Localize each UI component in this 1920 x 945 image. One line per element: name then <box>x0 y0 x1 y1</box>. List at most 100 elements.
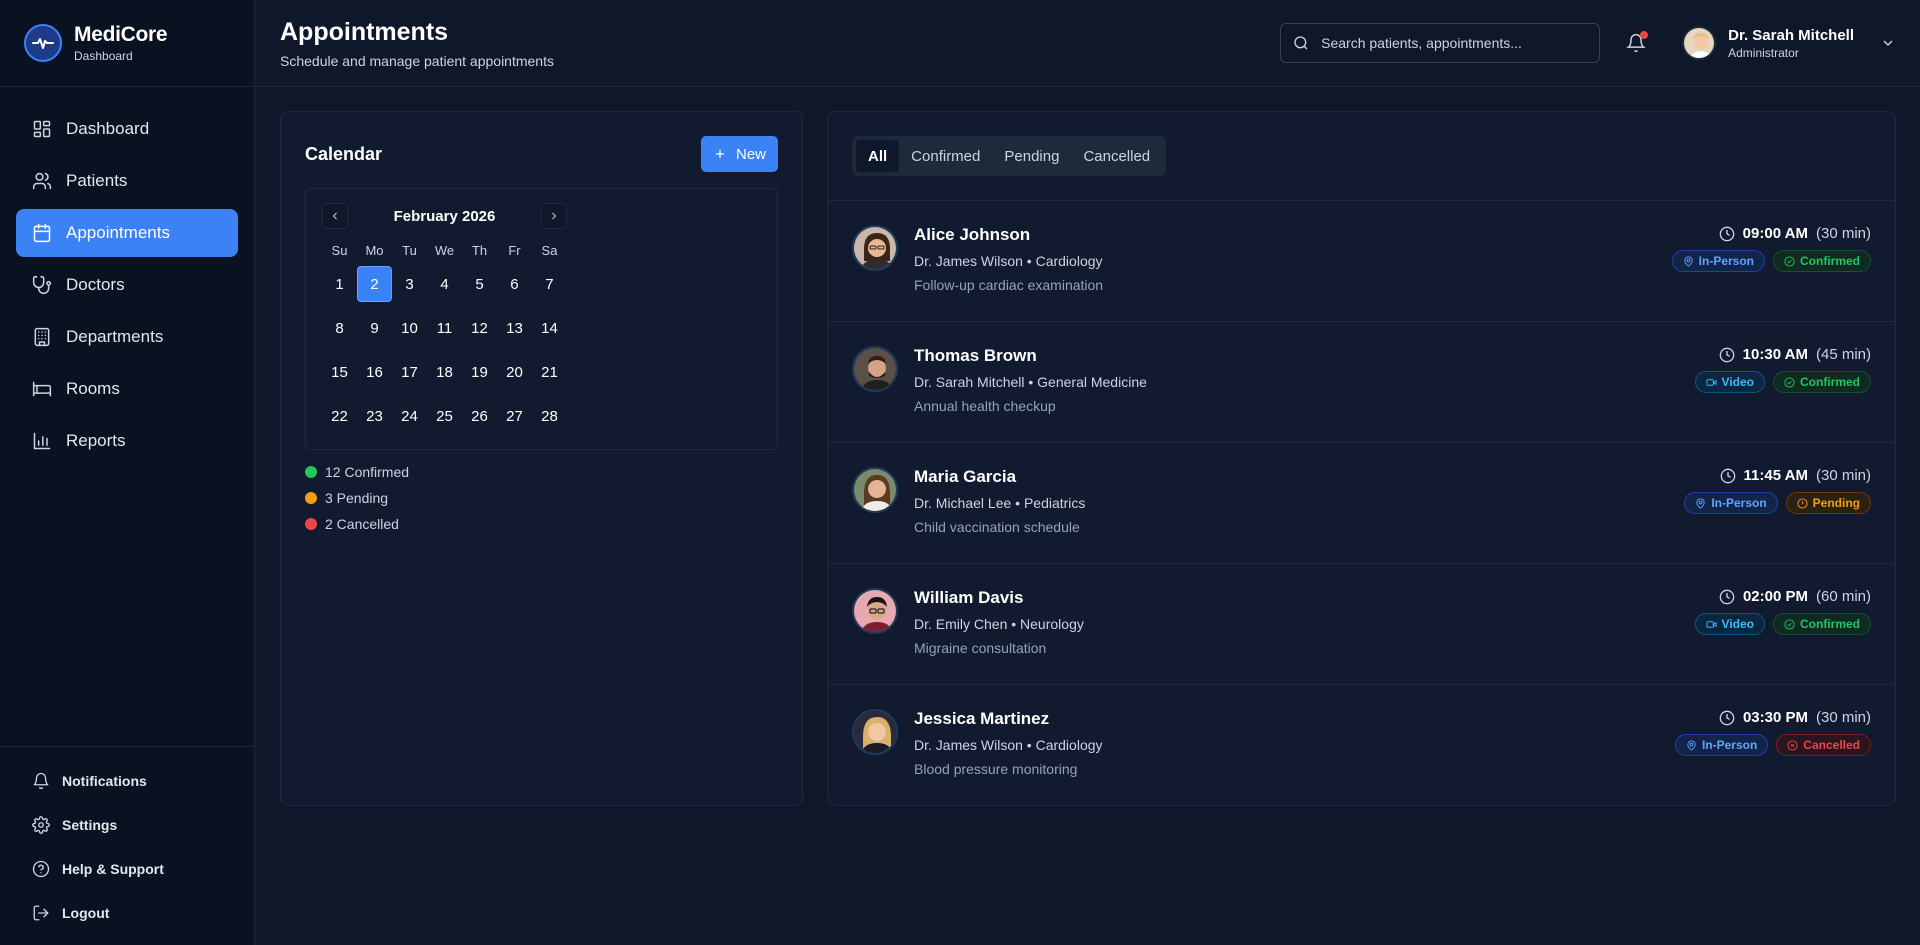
calendar-day[interactable]: 25 <box>427 398 462 434</box>
sidebar-item-notifications[interactable]: Notifications <box>16 759 238 803</box>
status-badge: Pending <box>1785 492 1871 514</box>
sidebar-item-logout[interactable]: Logout <box>16 891 238 935</box>
gear-icon <box>32 816 50 834</box>
tab-all[interactable]: All <box>856 140 900 172</box>
calendar-day[interactable]: 5 <box>462 266 497 302</box>
appointment-row[interactable]: Maria Garcia Dr. Michael Lee • Pediatric… <box>828 443 1895 564</box>
prev-month-button[interactable] <box>322 203 348 229</box>
appointment-note: Blood pressure monitoring <box>914 761 1078 777</box>
avatar <box>852 467 898 513</box>
calendar-day[interactable]: 6 <box>497 266 532 302</box>
sidebar-item-label: Dashboard <box>66 119 150 138</box>
sidebar-item-label: Patients <box>66 171 128 190</box>
sidebar-item-reports[interactable]: Reports <box>16 417 238 465</box>
type-badge: In-Person <box>1671 250 1765 272</box>
tab-cancelled[interactable]: Cancelled <box>1071 140 1162 172</box>
legend-label: 12 Confirmed <box>325 464 410 480</box>
calendar-day[interactable]: 13 <box>497 310 532 346</box>
calendar-day[interactable]: 4 <box>427 266 462 302</box>
patient-name: Maria Garcia <box>914 467 1017 486</box>
search-input[interactable] <box>1321 35 1588 51</box>
appointment-note: Annual health checkup <box>914 398 1056 414</box>
calendar-day[interactable]: 23 <box>357 398 392 434</box>
check-circle-icon <box>1784 376 1795 388</box>
calendar-day[interactable]: 17 <box>392 354 427 390</box>
appointment-row[interactable]: Thomas Brown Dr. Sarah Mitchell • Genera… <box>828 322 1895 443</box>
status-legend: 12 Confirmed 3 Pending 2 Cancelled <box>305 464 778 532</box>
appointment-row[interactable]: William Davis Dr. Emily Chen • Neurology… <box>828 564 1895 685</box>
sidebar-item-patients[interactable]: Patients <box>16 157 238 205</box>
calendar-day[interactable]: 10 <box>392 310 427 346</box>
appointment-row[interactable]: Alice Johnson Dr. James Wilson • Cardiol… <box>828 201 1895 322</box>
calendar-week: 8 9 10 11 12 13 14 <box>322 310 567 346</box>
legend-item-cancelled: 2 Cancelled <box>305 516 778 532</box>
legend-item-confirmed: 12 Confirmed <box>305 464 778 480</box>
appointment-duration: (30 min) <box>1815 225 1871 242</box>
sidebar-item-rooms[interactable]: Rooms <box>16 365 238 413</box>
bar-chart-icon <box>33 432 51 450</box>
sidebar-item-appointments[interactable]: Appointments <box>16 209 238 257</box>
notifications-button[interactable] <box>1624 31 1649 55</box>
calendar-day[interactable]: 20 <box>497 354 532 390</box>
calendar-week: 22 23 24 25 26 27 28 <box>322 398 567 434</box>
appointment-row[interactable]: Jessica Martinez Dr. James Wilson • Card… <box>828 685 1895 805</box>
calendar-day[interactable]: 11 <box>427 310 462 346</box>
page-subtitle: Schedule and manage patient appointments <box>280 52 554 69</box>
tab-pending[interactable]: Pending <box>992 140 1071 172</box>
user-name: Dr. Sarah Mitchell <box>1728 26 1854 44</box>
calendar-day[interactable]: 24 <box>392 398 427 434</box>
appointment-time: 03:30 PM <box>1742 709 1808 726</box>
sidebar-item-settings[interactable]: Settings <box>16 803 238 847</box>
calendar-day[interactable]: 15 <box>322 354 357 390</box>
calendar-day[interactable]: 22 <box>322 398 357 434</box>
appointment-duration: (45 min) <box>1815 346 1871 363</box>
alert-circle-icon <box>1797 497 1808 509</box>
calendar-day[interactable]: 28 <box>532 398 567 434</box>
brand[interactable]: MediCore Dashboard <box>0 0 254 87</box>
help-icon <box>32 860 50 878</box>
legend-item-pending: 3 Pending <box>305 490 778 506</box>
calendar-day[interactable]: 3 <box>392 266 427 302</box>
tab-confirmed[interactable]: Confirmed <box>899 140 992 172</box>
calendar-day[interactable]: 19 <box>462 354 497 390</box>
x-circle-icon <box>1787 739 1798 751</box>
plus-icon <box>715 149 725 159</box>
type-badge: Video <box>1694 371 1765 393</box>
calendar-day[interactable]: 18 <box>427 354 462 390</box>
weekday-label: Th <box>471 243 488 258</box>
appointment-duration: (60 min) <box>1815 588 1871 605</box>
calendar-day[interactable]: 14 <box>532 310 567 346</box>
calendar-day[interactable]: 9 <box>357 310 392 346</box>
amber-status-dot <box>305 492 317 504</box>
map-pin-icon <box>1696 497 1705 509</box>
calendar-day[interactable]: 8 <box>322 310 357 346</box>
sidebar-item-departments[interactable]: Departments <box>16 313 238 361</box>
calendar-day[interactable]: 21 <box>532 354 567 390</box>
calendar-day[interactable]: 12 <box>462 310 497 346</box>
doctor-department: Dr. James Wilson • Cardiology <box>914 737 1103 753</box>
new-appointment-button[interactable]: New <box>700 136 778 172</box>
sidebar-item-dashboard[interactable]: Dashboard <box>16 105 238 153</box>
calendar-day[interactable]: 26 <box>462 398 497 434</box>
calendar-day[interactable]: 27 <box>497 398 532 434</box>
bell-icon <box>33 772 49 790</box>
calendar-week: 1 2 3 4 5 6 7 <box>322 266 567 302</box>
calendar-day[interactable]: 16 <box>357 354 392 390</box>
sidebar-item-label: Rooms <box>66 379 120 398</box>
sidebar-item-help[interactable]: Help & Support <box>16 847 238 891</box>
appointment-note: Child vaccination schedule <box>914 519 1080 535</box>
calendar-day[interactable]: 7 <box>532 266 567 302</box>
sidebar-item-doctors[interactable]: Doctors <box>16 261 238 309</box>
next-month-button[interactable] <box>540 203 567 229</box>
calendar-day[interactable]: 1 <box>322 266 357 302</box>
user-menu[interactable]: Dr. Sarah Mitchell Administrator <box>1682 26 1896 60</box>
status-filter-tabs: All Confirmed Pending Cancelled <box>852 136 1167 176</box>
clock-icon <box>1719 347 1735 362</box>
clock-icon <box>1719 710 1735 725</box>
chevron-left-icon <box>332 212 337 220</box>
weekday-header: Su Mo Tu We Th Fr Sa <box>322 243 567 258</box>
stethoscope-icon <box>32 275 52 295</box>
avatar <box>852 709 898 755</box>
sidebar-item-label: Doctors <box>66 275 125 294</box>
calendar-day-selected[interactable]: 2 <box>356 266 393 302</box>
